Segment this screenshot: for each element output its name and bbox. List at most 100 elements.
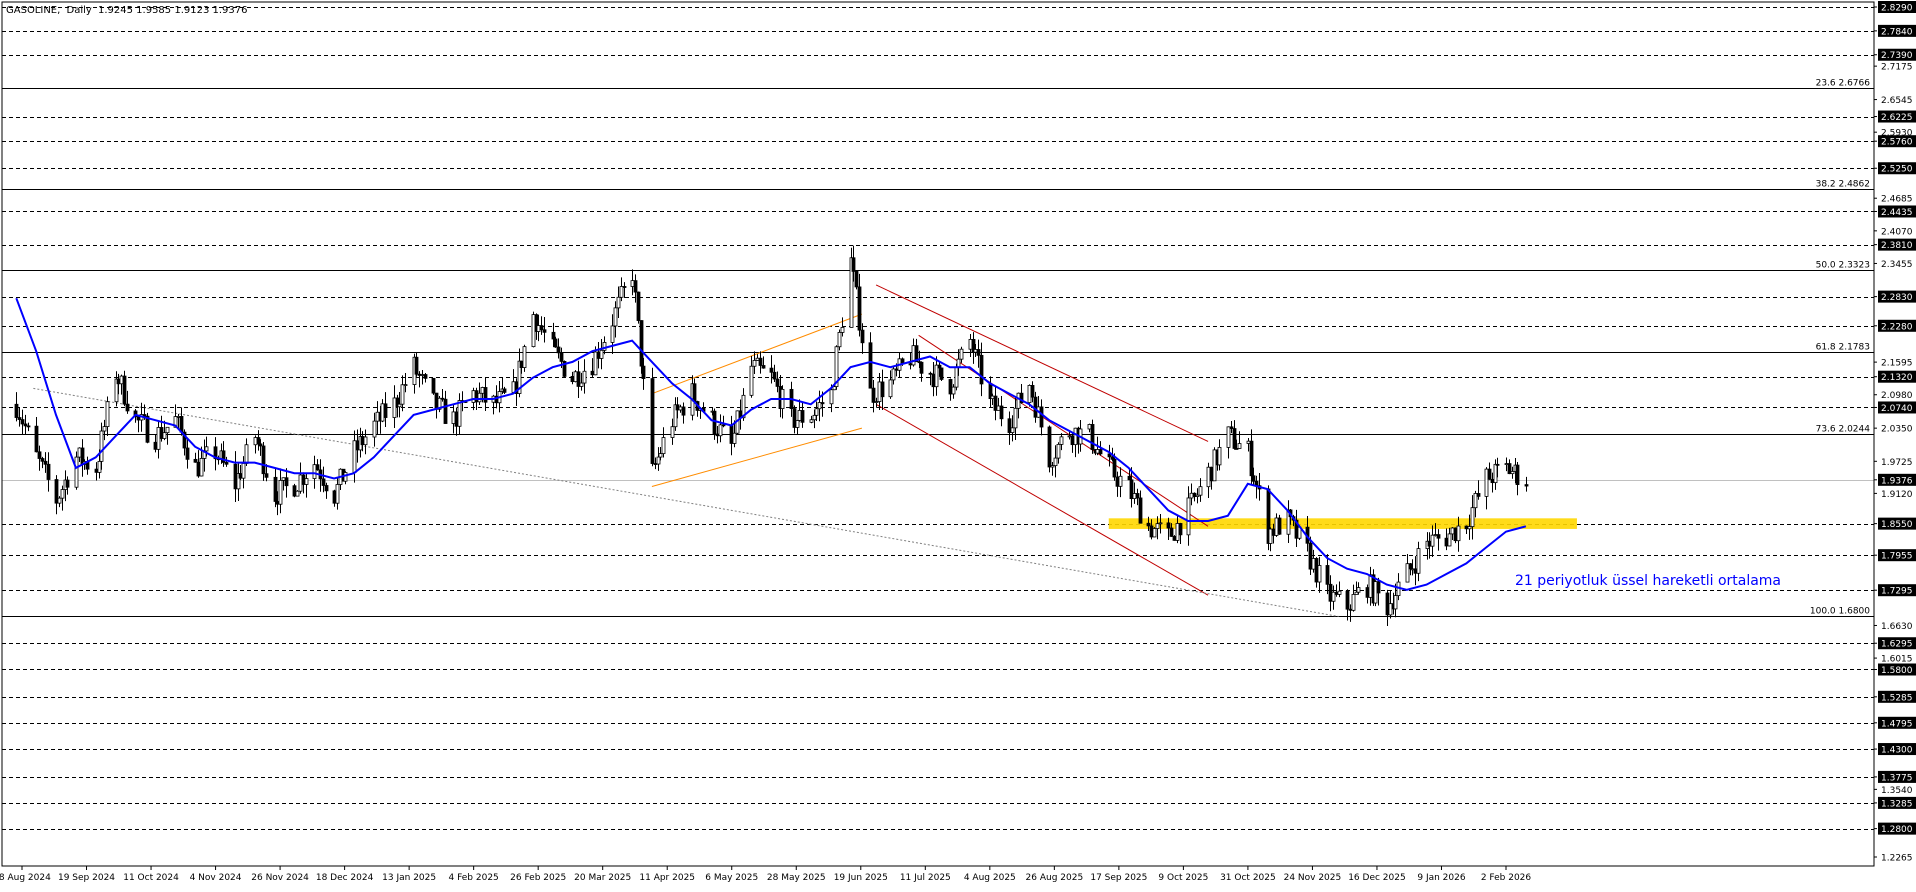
candle-body bbox=[457, 400, 462, 427]
candle-body bbox=[1311, 558, 1316, 570]
candle-body bbox=[1351, 594, 1356, 611]
candle-body bbox=[639, 320, 644, 367]
candle-body bbox=[681, 406, 686, 416]
candle-body bbox=[576, 371, 581, 387]
candle-body bbox=[678, 406, 683, 411]
candle-body bbox=[939, 367, 944, 380]
candle-body bbox=[1013, 407, 1018, 429]
candle-body bbox=[1388, 603, 1393, 616]
candle-body bbox=[851, 257, 856, 272]
candle-body bbox=[1453, 527, 1458, 542]
candle-body bbox=[990, 395, 995, 400]
candle-body bbox=[1314, 558, 1319, 583]
candle-body bbox=[372, 420, 377, 438]
y-tick-label: 2.6545 bbox=[1881, 96, 1913, 106]
candle-body bbox=[1178, 523, 1183, 536]
candle-body bbox=[1158, 522, 1163, 525]
candle-body bbox=[792, 408, 797, 428]
candle-body bbox=[593, 351, 598, 376]
x-tick-label: 9 Oct 2025 bbox=[1158, 873, 1208, 883]
candle-body bbox=[1467, 526, 1472, 530]
candle-body bbox=[122, 375, 127, 405]
candle-body bbox=[931, 373, 936, 388]
symbol-label: GASOLINE, bbox=[6, 5, 60, 16]
candle-body bbox=[1430, 534, 1435, 547]
x-tick-label: 11 Apr 2025 bbox=[639, 873, 695, 883]
candle-body bbox=[1376, 581, 1381, 594]
candle-body bbox=[1195, 494, 1200, 497]
x-tick-label: 6 May 2025 bbox=[705, 873, 758, 883]
candle-body bbox=[136, 416, 141, 421]
candle-body bbox=[1368, 574, 1373, 598]
candle-body bbox=[761, 365, 766, 369]
candle-body bbox=[1436, 534, 1441, 539]
y-tick-label: 2.7175 bbox=[1881, 63, 1913, 73]
candle-body bbox=[37, 451, 42, 459]
candle-body bbox=[573, 371, 578, 383]
candle-body bbox=[570, 376, 575, 383]
candle-body bbox=[233, 463, 238, 490]
candle-body bbox=[431, 377, 436, 394]
candle-body bbox=[1149, 525, 1154, 538]
candle-body bbox=[829, 389, 834, 405]
y-tick-label: 2.1595 bbox=[1881, 359, 1913, 369]
candle-body bbox=[531, 314, 536, 348]
x-tick-label: 31 Oct 2025 bbox=[1220, 873, 1276, 883]
candle-body bbox=[1246, 440, 1251, 444]
x-tick-label: 16 Dec 2025 bbox=[1348, 873, 1406, 883]
y-tick-label: 1.6295 bbox=[1881, 640, 1913, 650]
candle-body bbox=[622, 286, 627, 288]
period-label: Daily bbox=[67, 5, 92, 16]
y-tick-label: 1.3775 bbox=[1881, 773, 1913, 783]
x-tick-label: 19 Jun 2025 bbox=[834, 873, 888, 883]
candle-body bbox=[1146, 522, 1151, 527]
candle-body bbox=[993, 395, 998, 411]
candle-body bbox=[292, 485, 297, 497]
chart-header: GASOLINE, Daily 1.9245 1.9585 1.9123 1.9… bbox=[6, 5, 248, 16]
y-tick-label: 1.2800 bbox=[1881, 825, 1913, 835]
candle-body bbox=[891, 368, 896, 381]
candle-body bbox=[954, 366, 959, 388]
candle-body bbox=[1212, 449, 1217, 482]
candle-body bbox=[253, 437, 258, 446]
price-chart[interactable]: 23.6 2.6766 38.2 2.4862 50.0 2.3323 61.8 2.… bbox=[0, 0, 1916, 888]
candle-body bbox=[968, 338, 973, 350]
candle-body bbox=[1118, 475, 1123, 487]
y-tick-label: 2.5760 bbox=[1881, 138, 1913, 148]
candle-body bbox=[125, 403, 130, 412]
candle-body bbox=[888, 379, 893, 398]
candle-body bbox=[264, 473, 269, 478]
candle-body bbox=[999, 405, 1004, 420]
candle-body bbox=[1073, 427, 1078, 446]
candle-body bbox=[542, 329, 547, 333]
candle-body bbox=[1135, 493, 1140, 499]
y-tick-label: 1.6630 bbox=[1881, 622, 1913, 632]
candle-body bbox=[1268, 528, 1273, 544]
y-tick-label: 1.6015 bbox=[1881, 655, 1913, 665]
x-tick-label: 4 Nov 2024 bbox=[190, 873, 242, 883]
candle-body bbox=[1053, 457, 1058, 467]
candle-body bbox=[769, 367, 774, 373]
candle-body bbox=[1090, 424, 1095, 450]
candle-body bbox=[1217, 447, 1222, 466]
candle-body bbox=[1433, 534, 1438, 536]
candle-body bbox=[355, 440, 360, 451]
candle-body bbox=[536, 325, 541, 332]
candle-body bbox=[1427, 540, 1432, 547]
y-tick-label: 2.0980 bbox=[1881, 391, 1913, 401]
y-tick-label: 2.1320 bbox=[1881, 373, 1913, 383]
candle-body bbox=[670, 426, 675, 438]
candle-body bbox=[996, 405, 1001, 411]
candle-body bbox=[1410, 568, 1415, 571]
candle-body bbox=[1087, 424, 1092, 430]
candle-body bbox=[1405, 563, 1410, 583]
candle-body bbox=[454, 411, 459, 427]
candle-body bbox=[1337, 590, 1342, 595]
candle-body bbox=[301, 474, 306, 485]
candle-body bbox=[1098, 449, 1103, 455]
candle-body bbox=[20, 419, 25, 425]
candle-body bbox=[261, 445, 266, 475]
candle-body bbox=[661, 437, 666, 454]
candle-body bbox=[162, 432, 167, 439]
y-tick-label: 2.4685 bbox=[1881, 195, 1913, 205]
